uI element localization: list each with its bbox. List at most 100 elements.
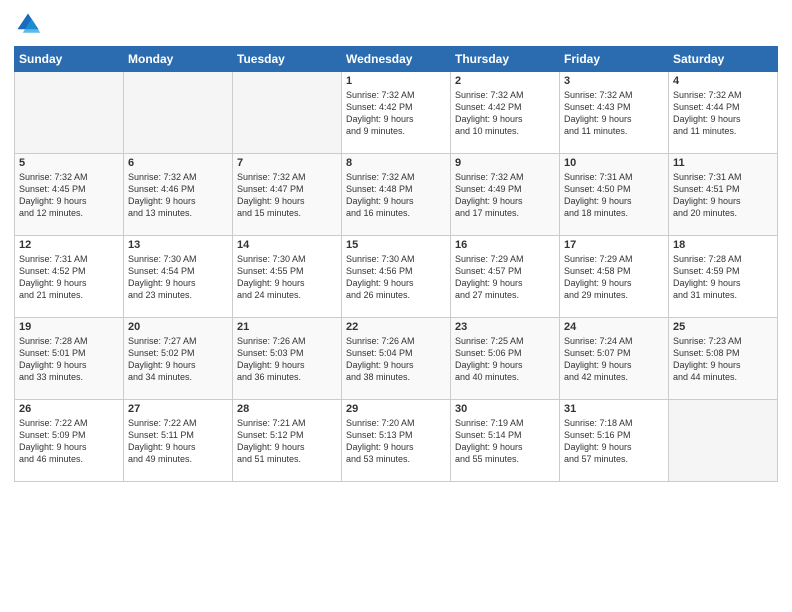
calendar-cell: 12Sunrise: 7:31 AM Sunset: 4:52 PM Dayli… [15, 236, 124, 318]
day-info: Sunrise: 7:30 AM Sunset: 4:56 PM Dayligh… [346, 253, 446, 302]
calendar-week-row: 5 Sunrise: 7:32 AM Sunset: 4:45 PM Daylig… [15, 154, 778, 236]
day-number: 26 [19, 403, 119, 415]
calendar-week-row: 12Sunrise: 7:31 AM Sunset: 4:52 PM Dayli… [15, 236, 778, 318]
day-info: Sunrise: 7:32 AM Sunset: 4:45 PM Dayligh… [19, 171, 119, 220]
calendar-cell: 18 Sunrise: 7:28 AM Sunset: 4:59 PM Dayli… [669, 236, 778, 318]
day-number: 15 [346, 239, 446, 251]
day-number: 1 [346, 75, 446, 87]
day-number: 17 [564, 239, 664, 251]
day-info: Sunrise: 7:24 AM Sunset: 5:07 PM Dayligh… [564, 335, 664, 384]
calendar-cell [124, 72, 233, 154]
day-info: Sunrise: 7:26 AM Sunset: 5:04 PM Dayligh… [346, 335, 446, 384]
calendar-cell: 11 Sunrise: 7:31 AM Sunset: 4:51 PM Dayli… [669, 154, 778, 236]
day-number: 3 [564, 75, 664, 87]
calendar-cell: 20 Sunrise: 7:27 AM Sunset: 5:02 PM Dayli… [124, 318, 233, 400]
calendar-cell: 17 Sunrise: 7:29 AM Sunset: 4:58 PM Dayli… [560, 236, 669, 318]
day-info: Sunrise: 7:19 AM Sunset: 5:14 PM Dayligh… [455, 417, 555, 466]
day-info: Sunrise: 7:23 AM Sunset: 5:08 PM Dayligh… [673, 335, 773, 384]
calendar-cell: 21Sunrise: 7:26 AM Sunset: 5:03 PM Dayli… [233, 318, 342, 400]
day-info: Sunrise: 7:32 AM Sunset: 4:48 PM Dayligh… [346, 171, 446, 220]
day-number: 12 [19, 239, 119, 251]
calendar-cell: 31Sunrise: 7:18 AM Sunset: 5:16 PM Dayli… [560, 400, 669, 482]
day-number: 25 [673, 321, 773, 333]
calendar-cell: 9 Sunrise: 7:32 AM Sunset: 4:49 PM Daylig… [451, 154, 560, 236]
header [14, 10, 778, 38]
day-info: Sunrise: 7:30 AM Sunset: 4:54 PM Dayligh… [128, 253, 228, 302]
calendar-cell: 30 Sunrise: 7:19 AM Sunset: 5:14 PM Dayli… [451, 400, 560, 482]
calendar-cell [15, 72, 124, 154]
page: SundayMondayTuesdayWednesdayThursdayFrid… [0, 0, 792, 612]
weekday-header: Friday [560, 47, 669, 72]
calendar-cell: 19 Sunrise: 7:28 AM Sunset: 5:01 PM Dayli… [15, 318, 124, 400]
calendar-cell: 6 Sunrise: 7:32 AM Sunset: 4:46 PM Daylig… [124, 154, 233, 236]
day-number: 9 [455, 157, 555, 169]
calendar-cell: 27Sunrise: 7:22 AM Sunset: 5:11 PM Dayli… [124, 400, 233, 482]
calendar-cell: 23 Sunrise: 7:25 AM Sunset: 5:06 PM Dayli… [451, 318, 560, 400]
day-info: Sunrise: 7:32 AM Sunset: 4:42 PM Dayligh… [346, 89, 446, 138]
day-number: 8 [346, 157, 446, 169]
calendar-cell: 15 Sunrise: 7:30 AM Sunset: 4:56 PM Dayli… [342, 236, 451, 318]
calendar-cell: 28 Sunrise: 7:21 AM Sunset: 5:12 PM Dayli… [233, 400, 342, 482]
day-info: Sunrise: 7:22 AM Sunset: 5:09 PM Dayligh… [19, 417, 119, 466]
day-info: Sunrise: 7:28 AM Sunset: 4:59 PM Dayligh… [673, 253, 773, 302]
day-number: 2 [455, 75, 555, 87]
calendar-cell: 13 Sunrise: 7:30 AM Sunset: 4:54 PM Dayli… [124, 236, 233, 318]
day-info: Sunrise: 7:32 AM Sunset: 4:46 PM Dayligh… [128, 171, 228, 220]
weekday-header: Monday [124, 47, 233, 72]
calendar-cell: 16 Sunrise: 7:29 AM Sunset: 4:57 PM Dayli… [451, 236, 560, 318]
calendar-cell: 3 Sunrise: 7:32 AM Sunset: 4:43 PM Daylig… [560, 72, 669, 154]
day-number: 6 [128, 157, 228, 169]
day-info: Sunrise: 7:32 AM Sunset: 4:47 PM Dayligh… [237, 171, 337, 220]
calendar-cell: 29 Sunrise: 7:20 AM Sunset: 5:13 PM Dayli… [342, 400, 451, 482]
day-number: 29 [346, 403, 446, 415]
day-info: Sunrise: 7:32 AM Sunset: 4:42 PM Dayligh… [455, 89, 555, 138]
day-number: 31 [564, 403, 664, 415]
day-number: 23 [455, 321, 555, 333]
calendar-cell: 26 Sunrise: 7:22 AM Sunset: 5:09 PM Dayli… [15, 400, 124, 482]
day-number: 13 [128, 239, 228, 251]
day-number: 4 [673, 75, 773, 87]
calendar-cell: 10Sunrise: 7:31 AM Sunset: 4:50 PM Dayli… [560, 154, 669, 236]
day-number: 19 [19, 321, 119, 333]
day-info: Sunrise: 7:20 AM Sunset: 5:13 PM Dayligh… [346, 417, 446, 466]
calendar-cell: 1 Sunrise: 7:32 AM Sunset: 4:42 PM Daylig… [342, 72, 451, 154]
calendar-cell: 5 Sunrise: 7:32 AM Sunset: 4:45 PM Daylig… [15, 154, 124, 236]
weekday-header: Tuesday [233, 47, 342, 72]
day-info: Sunrise: 7:26 AM Sunset: 5:03 PM Dayligh… [237, 335, 337, 384]
logo [14, 10, 46, 38]
day-number: 18 [673, 239, 773, 251]
calendar-cell: 24 Sunrise: 7:24 AM Sunset: 5:07 PM Dayli… [560, 318, 669, 400]
day-number: 5 [19, 157, 119, 169]
day-info: Sunrise: 7:21 AM Sunset: 5:12 PM Dayligh… [237, 417, 337, 466]
day-info: Sunrise: 7:29 AM Sunset: 4:58 PM Dayligh… [564, 253, 664, 302]
weekday-header: Saturday [669, 47, 778, 72]
calendar-week-row: 26 Sunrise: 7:22 AM Sunset: 5:09 PM Dayli… [15, 400, 778, 482]
day-info: Sunrise: 7:25 AM Sunset: 5:06 PM Dayligh… [455, 335, 555, 384]
day-number: 22 [346, 321, 446, 333]
weekday-header: Thursday [451, 47, 560, 72]
day-number: 30 [455, 403, 555, 415]
day-info: Sunrise: 7:30 AM Sunset: 4:55 PM Dayligh… [237, 253, 337, 302]
day-number: 24 [564, 321, 664, 333]
day-info: Sunrise: 7:27 AM Sunset: 5:02 PM Dayligh… [128, 335, 228, 384]
day-number: 28 [237, 403, 337, 415]
calendar-week-row: 1 Sunrise: 7:32 AM Sunset: 4:42 PM Daylig… [15, 72, 778, 154]
weekday-header: Sunday [15, 47, 124, 72]
day-info: Sunrise: 7:31 AM Sunset: 4:51 PM Dayligh… [673, 171, 773, 220]
day-number: 7 [237, 157, 337, 169]
day-number: 20 [128, 321, 228, 333]
calendar-cell: 22 Sunrise: 7:26 AM Sunset: 5:04 PM Dayli… [342, 318, 451, 400]
day-number: 16 [455, 239, 555, 251]
day-info: Sunrise: 7:32 AM Sunset: 4:49 PM Dayligh… [455, 171, 555, 220]
calendar-cell: 4 Sunrise: 7:32 AM Sunset: 4:44 PM Daylig… [669, 72, 778, 154]
day-number: 14 [237, 239, 337, 251]
day-number: 27 [128, 403, 228, 415]
day-info: Sunrise: 7:32 AM Sunset: 4:44 PM Dayligh… [673, 89, 773, 138]
day-number: 11 [673, 157, 773, 169]
day-info: Sunrise: 7:31 AM Sunset: 4:50 PM Dayligh… [564, 171, 664, 220]
day-info: Sunrise: 7:28 AM Sunset: 5:01 PM Dayligh… [19, 335, 119, 384]
day-info: Sunrise: 7:29 AM Sunset: 4:57 PM Dayligh… [455, 253, 555, 302]
calendar-cell: 7 Sunrise: 7:32 AM Sunset: 4:47 PM Daylig… [233, 154, 342, 236]
day-info: Sunrise: 7:32 AM Sunset: 4:43 PM Dayligh… [564, 89, 664, 138]
calendar-header-row: SundayMondayTuesdayWednesdayThursdayFrid… [15, 47, 778, 72]
